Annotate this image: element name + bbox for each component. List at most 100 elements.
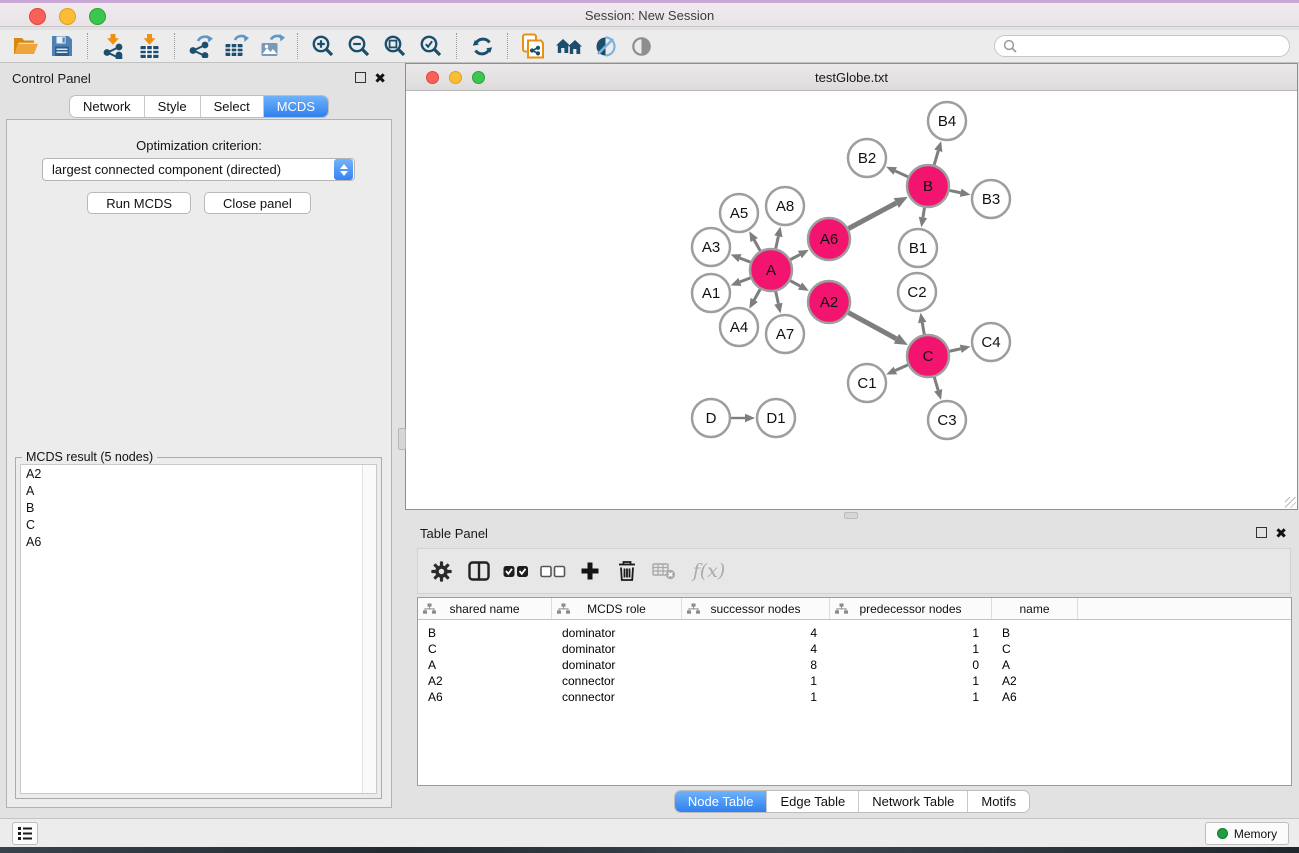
- task-history-button[interactable]: [12, 822, 38, 845]
- mcds-result-list[interactable]: A2ABCA6: [20, 464, 377, 794]
- cell-mcds-role[interactable]: dominator: [552, 625, 682, 641]
- zoom-in-button[interactable]: [305, 31, 341, 61]
- show-graphics-details-button[interactable]: [623, 31, 659, 61]
- float-table-panel-icon[interactable]: [1256, 527, 1267, 538]
- graph-edge-B-B4[interactable]: [934, 151, 938, 165]
- zoom-selected-button[interactable]: [413, 31, 449, 61]
- cell-shared-name[interactable]: A2: [418, 673, 552, 689]
- mcds-result-item[interactable]: A6: [21, 533, 376, 550]
- graph-edge-A2-C[interactable]: [848, 313, 896, 339]
- clone-network-button[interactable]: [515, 31, 551, 61]
- search-input[interactable]: [1022, 39, 1289, 53]
- window-resize-grip[interactable]: [1285, 497, 1296, 508]
- network-canvas[interactable]: B4B2BB3B1A5A8A6A3AA1A2A4A7C2C4CC1C3DD1: [406, 91, 1297, 509]
- cell-name[interactable]: A2: [992, 673, 1078, 689]
- tab-node-table[interactable]: Node Table: [675, 791, 768, 812]
- graph-edge-A-A5[interactable]: [754, 240, 760, 251]
- tab-mcds[interactable]: MCDS: [264, 96, 328, 117]
- deselect-all-columns-button[interactable]: [539, 556, 566, 586]
- mcds-list-scrollbar[interactable]: [362, 465, 376, 793]
- mcds-result-item[interactable]: B: [21, 499, 376, 516]
- tab-style[interactable]: Style: [145, 96, 201, 117]
- cell-successor-nodes[interactable]: 1: [682, 673, 830, 689]
- graph-edge-C-C4[interactable]: [949, 349, 960, 352]
- zoom-out-button[interactable]: [341, 31, 377, 61]
- close-panel-icon[interactable]: ✖: [374, 72, 386, 84]
- graph-edge-B-B2[interactable]: [895, 171, 908, 177]
- cell-shared-name[interactable]: B: [418, 625, 552, 641]
- graph-edge-A-A2[interactable]: [790, 281, 800, 286]
- cell-shared-name[interactable]: A: [418, 657, 552, 673]
- export-image-button[interactable]: [254, 31, 290, 61]
- horizontal-divider-handle[interactable]: [844, 512, 858, 519]
- cell-predecessor-nodes[interactable]: 1: [830, 625, 992, 641]
- graph-edge-A-A3[interactable]: [740, 258, 751, 262]
- criterion-dropdown[interactable]: largest connected component (directed): [42, 158, 355, 181]
- cell-successor-nodes[interactable]: 4: [682, 625, 830, 641]
- split-table-button[interactable]: [465, 556, 492, 586]
- cell-predecessor-nodes[interactable]: 1: [830, 673, 992, 689]
- close-panel-button[interactable]: Close panel: [204, 192, 311, 214]
- cell-shared-name[interactable]: A6: [418, 689, 552, 705]
- cell-mcds-role[interactable]: dominator: [552, 641, 682, 657]
- save-session-button[interactable]: [44, 31, 80, 61]
- search-field[interactable]: [994, 35, 1290, 57]
- mcds-result-item[interactable]: C: [21, 516, 376, 533]
- table-row[interactable]: Bdominator41B: [418, 625, 1291, 641]
- select-all-columns-button[interactable]: [502, 556, 529, 586]
- cell-name[interactable]: C: [992, 641, 1078, 657]
- graph-edge-A-A4[interactable]: [754, 289, 760, 300]
- close-table-panel-icon[interactable]: ✖: [1275, 527, 1287, 539]
- memory-button[interactable]: Memory: [1205, 822, 1289, 845]
- graph-edge-A-A6[interactable]: [790, 255, 799, 260]
- float-panel-icon[interactable]: [355, 72, 366, 83]
- column-header-name[interactable]: name: [992, 598, 1078, 619]
- add-column-button[interactable]: [576, 556, 603, 586]
- table-row[interactable]: Cdominator41C: [418, 641, 1291, 657]
- cell-name[interactable]: A: [992, 657, 1078, 673]
- graph-edge-C-C2[interactable]: [922, 323, 924, 335]
- mcds-result-item[interactable]: A: [21, 482, 376, 499]
- tab-edge-table[interactable]: Edge Table: [767, 791, 859, 812]
- delete-columns-button[interactable]: [613, 556, 640, 586]
- graph-edge-A-A7[interactable]: [776, 291, 779, 303]
- import-network-button[interactable]: [95, 31, 131, 61]
- table-settings-button[interactable]: [428, 556, 455, 586]
- cell-mcds-role[interactable]: dominator: [552, 657, 682, 673]
- network-window-titlebar[interactable]: testGlobe.txt: [406, 64, 1297, 91]
- cell-predecessor-nodes[interactable]: 1: [830, 641, 992, 657]
- export-network-button[interactable]: [182, 31, 218, 61]
- cell-name[interactable]: A6: [992, 689, 1078, 705]
- cell-predecessor-nodes[interactable]: 1: [830, 689, 992, 705]
- import-table-button[interactable]: [131, 31, 167, 61]
- table-row[interactable]: A2connector11A2: [418, 673, 1291, 689]
- network-graph[interactable]: B4B2BB3B1A5A8A6A3AA1A2A4A7C2C4CC1C3DD1: [406, 91, 1297, 509]
- graph-edge-A-A8[interactable]: [776, 236, 779, 248]
- graph-edge-A6-B[interactable]: [848, 203, 896, 229]
- column-header-mcds-role[interactable]: MCDS role: [552, 598, 682, 619]
- cell-successor-nodes[interactable]: 1: [682, 689, 830, 705]
- column-header-shared-name[interactable]: shared name: [418, 598, 552, 619]
- function-builder-button[interactable]: f(x): [687, 556, 731, 586]
- tab-network-table[interactable]: Network Table: [859, 791, 968, 812]
- tab-select[interactable]: Select: [201, 96, 264, 117]
- graph-edge-B-B3[interactable]: [950, 190, 961, 192]
- cell-successor-nodes[interactable]: 8: [682, 657, 830, 673]
- zoom-fit-button[interactable]: [377, 31, 413, 61]
- tab-network[interactable]: Network: [70, 96, 145, 117]
- cell-shared-name[interactable]: C: [418, 641, 552, 657]
- hide-graphics-details-button[interactable]: [587, 31, 623, 61]
- open-session-button[interactable]: [8, 31, 44, 61]
- column-header-predecessor-nodes[interactable]: predecessor nodes: [830, 598, 992, 619]
- export-table-button[interactable]: [218, 31, 254, 61]
- network-overview-button[interactable]: [551, 31, 587, 61]
- refresh-button[interactable]: [464, 31, 500, 61]
- vertical-divider-handle[interactable]: [398, 428, 406, 450]
- cell-mcds-role[interactable]: connector: [552, 673, 682, 689]
- tab-motifs[interactable]: Motifs: [968, 791, 1029, 812]
- run-mcds-button[interactable]: Run MCDS: [87, 192, 191, 214]
- cell-successor-nodes[interactable]: 4: [682, 641, 830, 657]
- cell-predecessor-nodes[interactable]: 0: [830, 657, 992, 673]
- mcds-result-item[interactable]: A2: [21, 465, 376, 482]
- cell-mcds-role[interactable]: connector: [552, 689, 682, 705]
